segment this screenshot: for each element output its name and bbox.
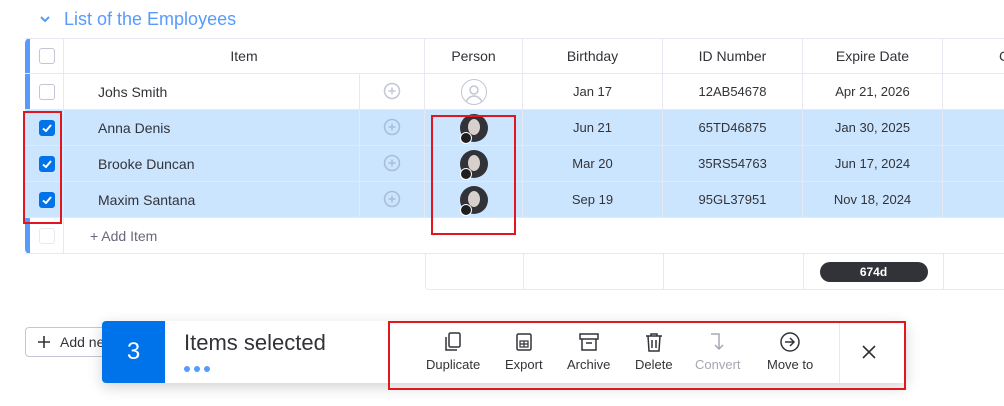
move-to-button[interactable]: Move to	[767, 331, 813, 372]
delete-button[interactable]: Delete	[635, 331, 673, 372]
selected-count: 3	[102, 321, 165, 383]
expire-date-cell[interactable]: Nov 18, 2024	[803, 182, 943, 217]
bulk-action-toolbar: 3 Items selected Duplicate Export Archiv…	[102, 321, 906, 383]
table-row: Johs Smith Jan 17 12AB54678 Apr 21, 2026	[25, 74, 1004, 110]
add-item-input[interactable]: + Add Item	[64, 218, 1004, 253]
duplicate-button[interactable]: Duplicate	[426, 331, 480, 372]
expire-date-cell[interactable]: Apr 21, 2026	[803, 74, 943, 109]
row-checkbox[interactable]	[38, 83, 55, 100]
toolbar-divider	[839, 321, 840, 383]
delete-icon	[645, 333, 662, 352]
row-checkbox[interactable]	[38, 191, 55, 208]
add-row-checkbox	[38, 227, 55, 244]
archive-icon	[578, 333, 599, 351]
close-icon[interactable]	[858, 341, 880, 363]
id-number-cell[interactable]: 65TD46875	[663, 110, 803, 145]
table-header: Item Person Birthday ID Number Expire Da…	[25, 38, 1004, 74]
id-number-cell[interactable]: 95GL37951	[663, 182, 803, 217]
summary-row: 674d	[425, 254, 1004, 290]
row-checkbox[interactable]	[38, 119, 55, 136]
item-name[interactable]: Brooke Duncan	[64, 146, 360, 181]
expire-date-cell[interactable]: Jan 30, 2025	[803, 110, 943, 145]
export-icon	[516, 333, 532, 351]
id-number-cell[interactable]: 35RS54763	[663, 146, 803, 181]
add-group-label: Add ne	[60, 334, 105, 350]
expire-date-cell[interactable]: Jun 17, 2024	[803, 146, 943, 181]
id-number-cell[interactable]: 12AB54678	[663, 74, 803, 109]
avatar[interactable]	[459, 149, 488, 180]
add-update-icon[interactable]	[382, 118, 402, 138]
table-row: Anna Denis Jun 21 65TD46875 Jan 30, 2025	[25, 110, 1004, 146]
column-truncated[interactable]: C	[943, 39, 1004, 73]
column-expire-date[interactable]: Expire Date	[803, 39, 943, 73]
convert-button[interactable]: Convert	[695, 331, 741, 372]
expire-date-summary[interactable]: 674d	[819, 261, 928, 282]
table-row: Brooke Duncan Mar 20 35RS54763 Jun 17, 2…	[25, 146, 1004, 182]
column-person[interactable]: Person	[425, 39, 523, 73]
plus-icon	[38, 336, 50, 348]
add-update-icon[interactable]	[382, 82, 402, 102]
add-update-icon[interactable]	[382, 190, 402, 210]
move-to-icon	[780, 332, 800, 352]
select-all-cell	[30, 39, 64, 73]
archive-button[interactable]: Archive	[567, 331, 610, 372]
birthday-cell[interactable]: Mar 20	[523, 146, 663, 181]
column-birthday[interactable]: Birthday	[523, 39, 663, 73]
birthday-cell[interactable]: Jan 17	[523, 74, 663, 109]
item-name[interactable]: Johs Smith	[64, 74, 360, 109]
group-header: List of the Employees	[38, 6, 236, 32]
add-item-row: + Add Item	[25, 218, 1004, 254]
convert-icon	[710, 333, 724, 351]
chevron-down-icon[interactable]	[38, 12, 52, 26]
empty-person-icon[interactable]	[460, 78, 487, 105]
column-item[interactable]: Item	[64, 39, 425, 73]
item-name[interactable]: Maxim Santana	[64, 182, 360, 217]
birthday-cell[interactable]: Jun 21	[523, 110, 663, 145]
selected-label: Items selected	[184, 330, 326, 355]
selected-dots	[184, 366, 210, 372]
select-all-checkbox[interactable]	[38, 48, 55, 64]
duplicate-icon	[445, 332, 461, 351]
export-button[interactable]: Export	[505, 331, 543, 372]
item-name[interactable]: Anna Denis	[64, 110, 360, 145]
group-title[interactable]: List of the Employees	[64, 9, 236, 30]
birthday-cell[interactable]: Sep 19	[523, 182, 663, 217]
table-row: Maxim Santana Sep 19 95GL37951 Nov 18, 2…	[25, 182, 1004, 218]
avatar[interactable]	[459, 113, 488, 144]
avatar[interactable]	[459, 185, 488, 216]
column-id-number[interactable]: ID Number	[663, 39, 803, 73]
add-update-icon[interactable]	[382, 154, 402, 174]
row-checkbox[interactable]	[38, 155, 55, 172]
